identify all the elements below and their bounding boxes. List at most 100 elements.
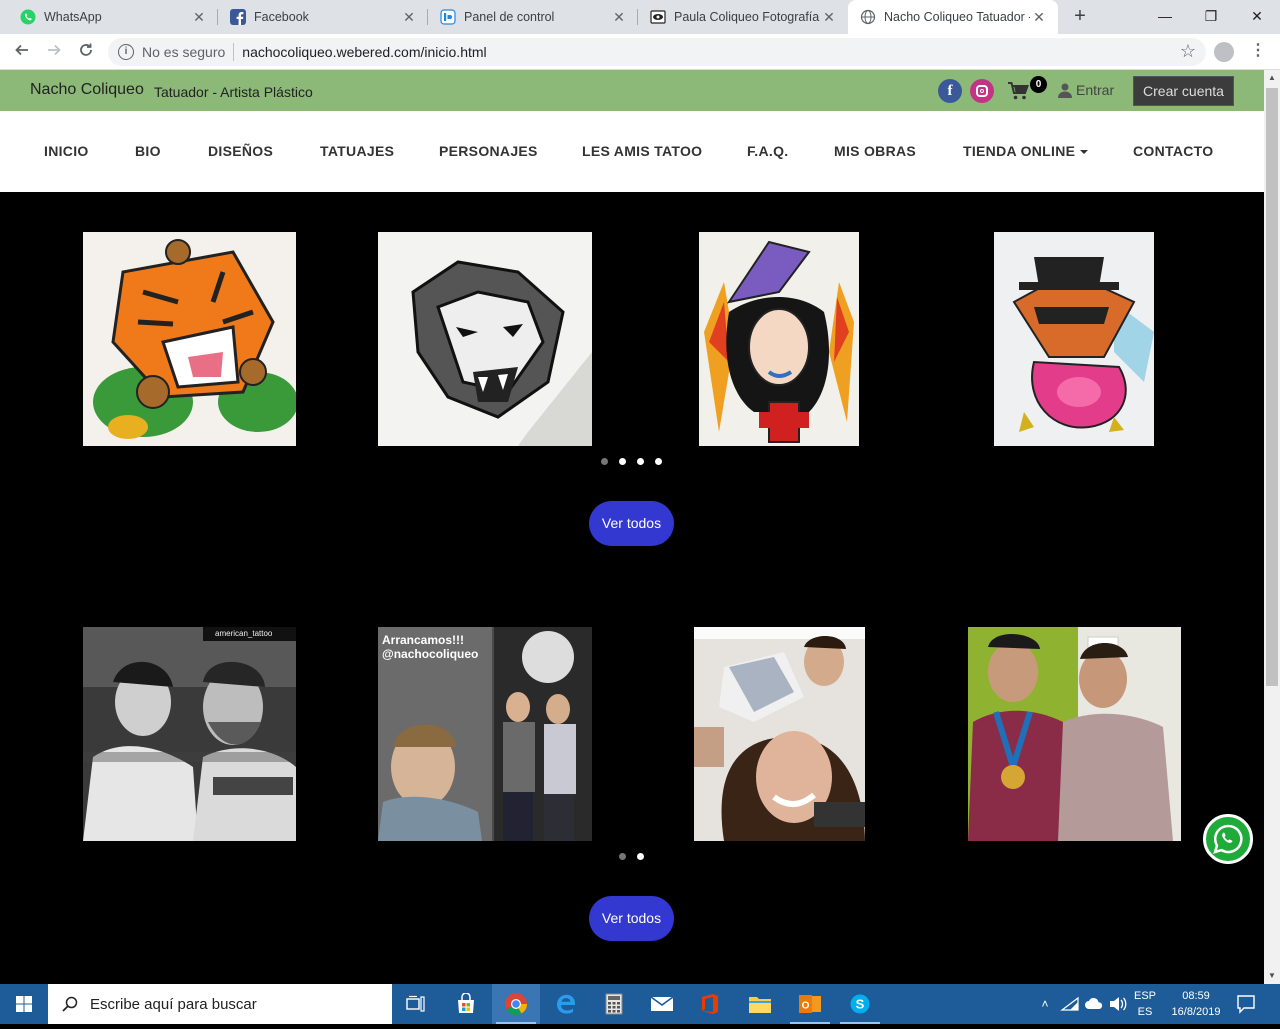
nav-item-faq[interactable]: F.A.Q. (747, 143, 788, 159)
tab-title: Panel de control (464, 10, 555, 24)
woman-design-image[interactable] (699, 232, 859, 446)
wolf-design-image[interactable] (378, 232, 592, 446)
clock-date: 16/8/2019 (1171, 1006, 1221, 1018)
close-icon[interactable]: ✕ (190, 9, 208, 26)
close-icon[interactable]: ✕ (610, 9, 628, 26)
forward-button[interactable] (42, 40, 66, 64)
browser-tab-bar: WhatsApp ✕ Facebook ✕ Panel de control ✕… (0, 0, 1280, 34)
cart-icon[interactable] (1008, 82, 1030, 100)
chrome-app-button[interactable] (492, 984, 540, 1024)
photo-collage-image[interactable]: Arrancamos!!! @nachocoliqueo (378, 627, 592, 841)
facebook-icon (230, 9, 246, 25)
close-icon[interactable]: ✕ (820, 9, 838, 26)
menu-icon[interactable]: ⋮ (1250, 40, 1266, 60)
photo-medal-image[interactable] (968, 627, 1181, 841)
scroll-down-icon[interactable]: ▼ (1264, 968, 1280, 984)
notifications-icon[interactable] (1236, 994, 1256, 1014)
store-app-button[interactable] (442, 984, 490, 1024)
keyboard-language[interactable]: ESP ES (1132, 988, 1158, 1020)
minimize-button[interactable]: — (1142, 0, 1188, 34)
signup-button[interactable]: Crear cuenta (1133, 76, 1234, 106)
carousel-dot[interactable] (637, 853, 644, 860)
volume-icon[interactable] (1108, 996, 1128, 1012)
divider (233, 43, 235, 61)
skype-app-button[interactable]: S (836, 984, 884, 1024)
reload-button[interactable] (74, 40, 98, 64)
task-view-icon (406, 995, 425, 1012)
calculator-app-button[interactable] (590, 984, 638, 1024)
info-icon[interactable]: i (118, 44, 134, 60)
close-icon[interactable]: ✕ (400, 9, 418, 26)
taskbar-search-input[interactable]: Escribe aquí para buscar (48, 984, 392, 1024)
start-button[interactable] (0, 984, 48, 1024)
nav-item-tatuajes[interactable]: TATUAJES (320, 143, 394, 159)
url-text[interactable]: nachocoliqueo.webered.com/inicio.html (242, 44, 486, 60)
new-tab-button[interactable]: + (1068, 4, 1092, 28)
login-link[interactable]: Entrar (1058, 82, 1114, 98)
nav-item-personajes[interactable]: PERSONAJES (439, 143, 538, 159)
layout-code: ES (1137, 1006, 1153, 1018)
tab-paula[interactable]: Paula Coliqueo Fotografía ✕ (638, 0, 848, 34)
carousel-dots-2 (619, 853, 655, 860)
login-label: Entrar (1076, 82, 1115, 98)
svg-text:O: O (802, 1001, 810, 1012)
view-all-photos-button[interactable]: Ver todos (589, 896, 674, 941)
whatsapp-float-button[interactable] (1203, 814, 1253, 864)
taskbar-clock[interactable]: 08:59 16/8/2019 (1166, 988, 1226, 1020)
nav-item-tienda-online[interactable]: TIENDA ONLINE (963, 143, 1089, 159)
star-icon[interactable]: ☆ (1180, 41, 1196, 62)
fox-design-image[interactable] (994, 232, 1154, 446)
carousel-dot[interactable] (619, 853, 626, 860)
close-icon[interactable]: ✕ (1030, 9, 1048, 26)
photo-friends-bw-image[interactable]: american_tattoo (83, 627, 296, 841)
back-button[interactable] (10, 40, 34, 64)
cloud-icon[interactable] (1084, 997, 1104, 1011)
carousel-dot[interactable] (619, 458, 626, 465)
address-bar[interactable]: i No es seguro nachocoliqueo.webered.com… (108, 38, 1206, 66)
task-view-button[interactable] (392, 984, 440, 1024)
carousel-dot[interactable] (601, 458, 608, 465)
clock-time: 08:59 (1182, 990, 1210, 1002)
tab-title: WhatsApp (44, 10, 102, 24)
windows-logo-icon (16, 996, 32, 1012)
outlook-app-button[interactable]: O (786, 984, 834, 1024)
facebook-icon[interactable]: f (938, 79, 962, 103)
whatsapp-icon (20, 9, 36, 25)
page-scrollbar[interactable]: ▲ ▼ (1264, 70, 1280, 984)
nav-item-contacto[interactable]: CONTACTO (1133, 143, 1213, 159)
nav-item-label: TIENDA ONLINE (963, 143, 1076, 159)
reload-icon (80, 43, 92, 56)
network-icon[interactable] (1060, 996, 1080, 1012)
carousel-dot[interactable] (637, 458, 644, 465)
system-tray: ˄ (1036, 984, 1128, 1024)
nav-item-inicio[interactable]: INICIO (44, 143, 89, 159)
site-tagline: Tatuador - Artista Plástico (154, 84, 313, 100)
close-window-button[interactable]: ✕ (1234, 0, 1280, 34)
nav-item-mis-obras[interactable]: MIS OBRAS (834, 143, 916, 159)
site-top-strip: Nacho Coliqueo Tatuador - Artista Plásti… (0, 70, 1264, 111)
scroll-up-icon[interactable]: ▲ (1264, 70, 1280, 86)
photo-selfie-image[interactable] (694, 627, 865, 841)
view-all-designs-button[interactable]: Ver todos (589, 501, 674, 546)
file-explorer-button[interactable] (736, 984, 784, 1024)
tab-nacho[interactable]: Nacho Coliqueo Tatuador - ✕ (848, 0, 1058, 34)
chevron-up-icon[interactable]: ˄ (1036, 997, 1054, 1011)
nav-item-les-amis-tatoo[interactable]: LES AMIS TATOO (582, 143, 702, 159)
mail-app-button[interactable] (638, 984, 686, 1024)
instagram-icon[interactable] (970, 79, 994, 103)
carousel-dot[interactable] (655, 458, 662, 465)
site-brand[interactable]: Nacho Coliqueo (30, 81, 144, 99)
tab-panel[interactable]: Panel de control ✕ (428, 0, 638, 34)
tiger-design-image[interactable] (83, 232, 296, 446)
main-nav: INICIO BIO DISEÑOS TATUAJES PERSONAJES L… (0, 111, 1264, 192)
office-app-button[interactable] (686, 984, 734, 1024)
profile-avatar-icon[interactable] (1214, 42, 1234, 62)
edge-app-button[interactable] (542, 984, 590, 1024)
tab-facebook[interactable]: Facebook ✕ (218, 0, 428, 34)
nav-item-bio[interactable]: BIO (135, 143, 161, 159)
scrollbar-thumb[interactable] (1266, 88, 1278, 686)
tab-whatsapp[interactable]: WhatsApp ✕ (8, 0, 218, 34)
nav-item-disenos[interactable]: DISEÑOS (208, 143, 273, 159)
restore-button[interactable]: ❐ (1188, 0, 1234, 34)
calculator-icon (605, 993, 623, 1015)
